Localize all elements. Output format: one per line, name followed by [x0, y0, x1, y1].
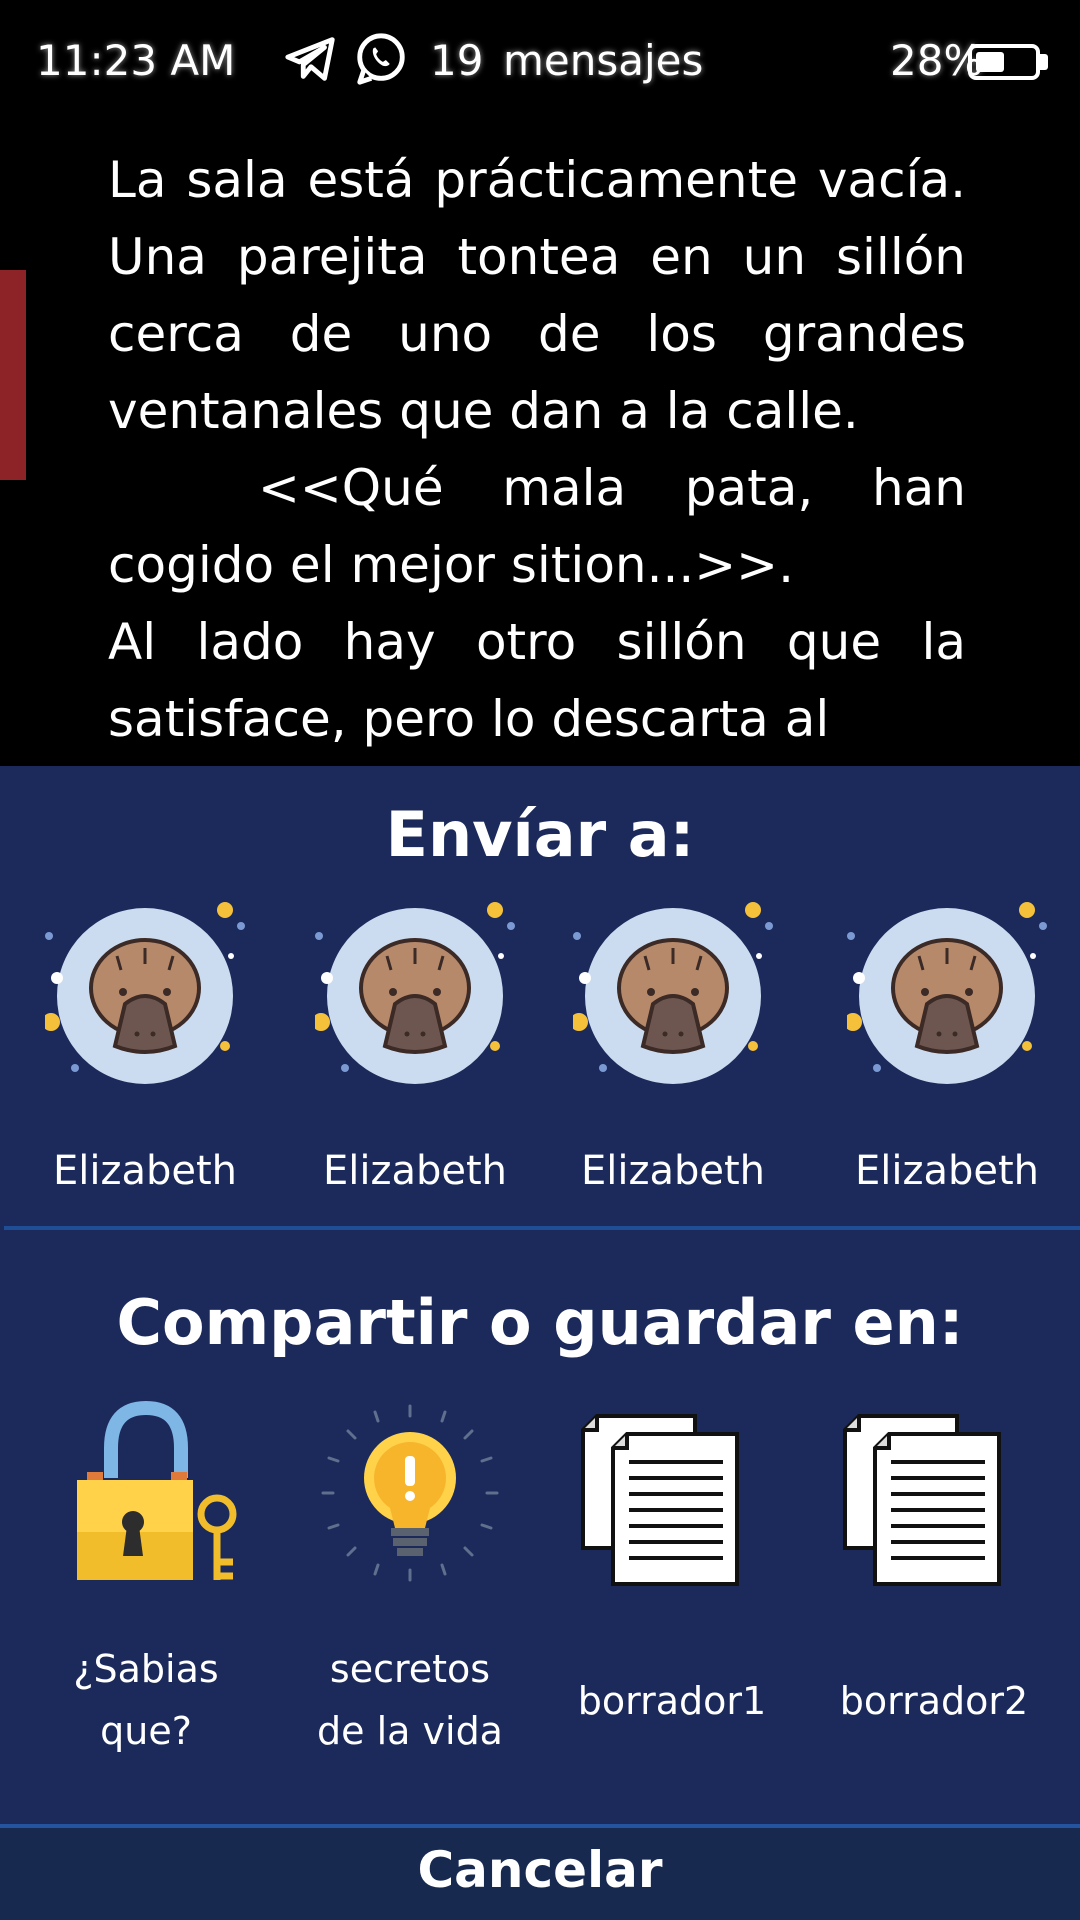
section-divider: [4, 1226, 1080, 1230]
status-bar: 11:23 AM 19 mensajes 28%: [0, 0, 1080, 120]
status-time: 11:23 AM: [36, 36, 236, 85]
reader-view[interactable]: La sala está prácticamente vacía. Una pa…: [0, 120, 1080, 766]
contact-name: Elizabeth: [854, 1148, 1040, 1194]
documents-icon: [581, 1414, 739, 1586]
cancel-label: Cancelar: [417, 1841, 663, 1899]
send-to-title: Envíar a:: [385, 798, 695, 871]
contact-name: Elizabeth: [52, 1148, 238, 1194]
platypus-avatar-icon: [847, 902, 1047, 1084]
documents-icon: [843, 1414, 1001, 1586]
story-text: La sala está prácticamente vacía. Una pa…: [108, 142, 966, 758]
contact-item[interactable]: Elizabeth: [30, 896, 260, 1194]
battery-level: [976, 52, 1004, 72]
target-label: borrador2: [839, 1679, 1029, 1723]
platypus-avatar-icon: [573, 902, 773, 1084]
whatsapp-icon: [357, 33, 405, 85]
battery-tip: [1040, 54, 1048, 70]
target-label: secretos de la vida: [317, 1647, 503, 1753]
message-label: mensajes: [503, 36, 704, 85]
paragraph: La sala está prácticamente vacía. Una pa…: [108, 151, 966, 440]
paragraph: Al lado hay otro sillón que la satisface…: [108, 613, 966, 748]
battery-icon: [968, 44, 1040, 80]
save-to-title: Compartir o guardar en:: [116, 1286, 964, 1359]
save-target[interactable]: ¿Sabias que?: [16, 1398, 276, 1778]
cancel-button[interactable]: Cancelar: [0, 1824, 1080, 1920]
platypus-avatar-icon: [45, 902, 245, 1084]
contact-item[interactable]: Elizabeth: [832, 896, 1062, 1194]
platypus-avatar-icon: [315, 902, 515, 1084]
lightbulb-icon: [321, 1404, 499, 1582]
contact-name: Elizabeth: [322, 1148, 508, 1194]
share-sheet: Envíar a: Elizabeth Elizabeth Elizabeth …: [0, 766, 1080, 1920]
target-label: ¿Sabias que?: [73, 1647, 219, 1753]
contact-name: Elizabeth: [580, 1148, 766, 1194]
save-target[interactable]: borrador1: [542, 1398, 802, 1778]
contact-item[interactable]: Elizabeth: [300, 896, 530, 1194]
padlock-key-icon: [77, 1400, 237, 1580]
save-target[interactable]: secretos de la vida: [280, 1398, 540, 1778]
paragraph: <<Qué mala pata, han cogido el mejor sit…: [108, 459, 966, 594]
telegram-icon: [285, 37, 335, 81]
message-count: 19: [430, 36, 484, 85]
target-label: borrador1: [577, 1679, 767, 1723]
bookmark-marker: [0, 270, 26, 480]
contact-item[interactable]: Elizabeth: [558, 896, 788, 1194]
save-target[interactable]: borrador2: [804, 1398, 1064, 1778]
